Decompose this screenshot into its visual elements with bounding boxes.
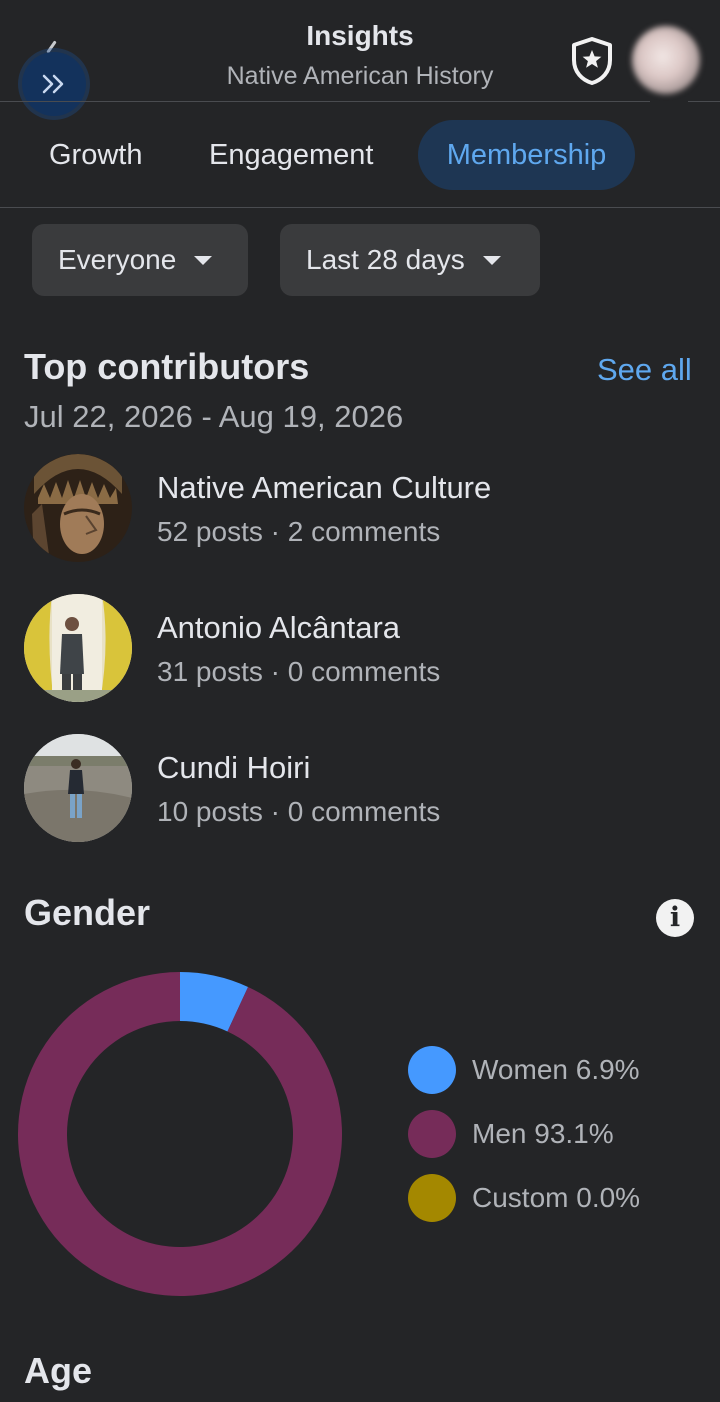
contributor-stats: 10 posts · 0 comments — [157, 796, 441, 827]
admin-shield-icon[interactable] — [569, 36, 615, 86]
double-chevron-right-icon — [42, 74, 64, 94]
legend-label-custom: Custom 0.0% — [472, 1182, 641, 1213]
legend-dot-custom — [408, 1174, 456, 1222]
contributor-avatar[interactable] — [24, 594, 132, 702]
donut-slice-men — [17, 972, 342, 1296]
legend-label-women: Women 6.9% — [472, 1054, 640, 1085]
contributor-photo — [24, 734, 132, 842]
contributor-avatar[interactable] — [24, 454, 132, 562]
legend-dot-women — [408, 1046, 456, 1094]
contributor-stats: 52 posts · 2 comments — [157, 516, 441, 547]
info-icon[interactable]: i — [656, 899, 694, 937]
age-title: Age — [24, 1350, 93, 1391]
period-filter-label: Last 28 days — [306, 244, 465, 275]
profile-avatar[interactable] — [632, 26, 700, 94]
gender-donut-chart — [17, 972, 342, 1296]
gender-title: Gender — [24, 892, 151, 933]
top-contributors-title: Top contributors — [24, 346, 310, 387]
tab-engagement[interactable]: Engagement — [209, 120, 373, 190]
period-filter-dropdown[interactable]: Last 28 days — [280, 224, 540, 296]
date-range: Jul 22, 2026 - Aug 19, 2026 — [24, 399, 404, 434]
caret-down-icon — [194, 255, 213, 265]
contributor-photo — [24, 594, 132, 702]
tab-membership[interactable]: Membership — [418, 120, 635, 190]
tabs-divider — [0, 207, 720, 208]
header-divider — [0, 101, 650, 102]
legend-dot-men — [408, 1110, 456, 1158]
header-divider-end — [688, 101, 720, 102]
contributor-avatar[interactable] — [24, 734, 132, 842]
tab-growth[interactable]: Growth — [49, 120, 142, 190]
audience-filter-label: Everyone — [58, 244, 177, 275]
legend-label-men: Men 93.1% — [472, 1118, 614, 1149]
contributor-name[interactable]: Cundi Hoiri — [157, 750, 310, 786]
audience-filter-dropdown[interactable]: Everyone — [32, 224, 248, 296]
expand-sidebar-button[interactable] — [22, 52, 86, 116]
contributor-photo — [24, 454, 132, 562]
see-all-link[interactable]: See all — [597, 352, 692, 388]
contributor-stats: 31 posts · 0 comments — [157, 656, 441, 687]
contributor-name[interactable]: Antonio Alcântara — [157, 610, 400, 646]
contributor-name[interactable]: Native American Culture — [157, 470, 491, 506]
caret-down-icon — [482, 255, 501, 265]
